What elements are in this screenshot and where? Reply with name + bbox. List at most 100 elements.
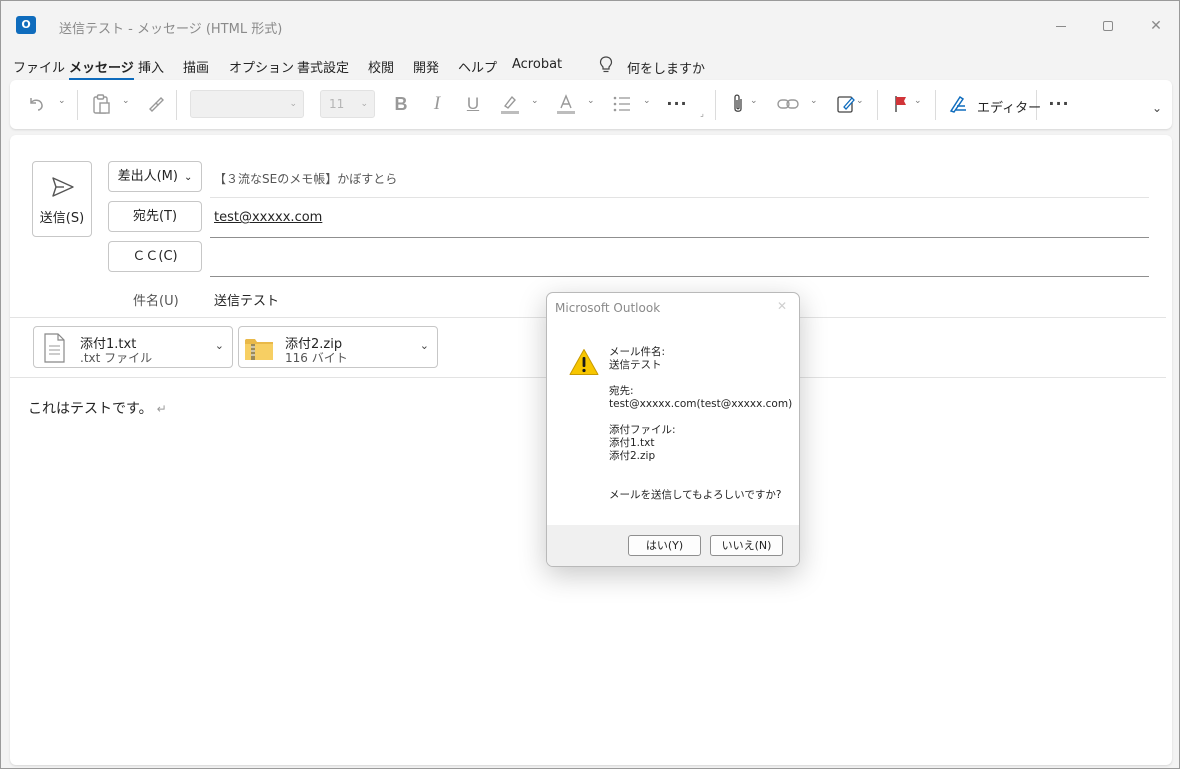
maximize-icon — [1103, 21, 1113, 31]
link-icon[interactable] — [776, 92, 800, 116]
send-button[interactable]: 送信(S) — [32, 161, 92, 237]
minimize-icon — [1056, 25, 1066, 27]
font-size-combo[interactable]: 11 ⌄ — [320, 90, 375, 118]
paste-dropdown-icon[interactable]: ⌄ — [122, 96, 130, 106]
no-button[interactable]: いいえ(N) — [710, 535, 783, 556]
window-title: 送信テスト - メッセージ (HTML 形式) — [59, 22, 283, 37]
send-label: 送信(S) — [39, 211, 85, 226]
chevron-down-icon: ⌄ — [183, 172, 193, 183]
tab-file[interactable]: ファイル — [13, 57, 65, 76]
dialog-line: test@xxxxx.com(test@xxxxx.com) — [609, 398, 793, 410]
undo-dropdown-icon[interactable]: ⌄ — [58, 96, 66, 106]
paragraph-mark: ↵ — [156, 402, 167, 416]
format-painter-icon[interactable] — [145, 92, 167, 116]
attach-icon[interactable] — [728, 92, 748, 116]
to-underline — [210, 237, 1149, 238]
tab-format-text[interactable]: 書式設定 — [297, 57, 349, 76]
cc-underline — [210, 276, 1149, 277]
flag-icon[interactable] — [891, 92, 911, 116]
bullets-icon[interactable] — [610, 92, 634, 116]
chevron-down-icon: ⌄ — [289, 99, 297, 109]
dialog-line: 添付1.txt — [609, 437, 655, 449]
underline-icon[interactable]: U — [462, 92, 484, 116]
tab-developer[interactable]: 開発 — [413, 57, 439, 76]
dialog-footer: はい(Y) いいえ(N) — [547, 525, 799, 566]
tab-options[interactable]: オプション — [229, 57, 294, 76]
close-button[interactable]: ✕ — [1141, 13, 1171, 39]
body-text: これはテストです。 — [28, 401, 153, 417]
tab-review[interactable]: 校閲 — [368, 57, 394, 76]
zip-folder-icon — [245, 339, 273, 360]
flag-dropdown-icon[interactable]: ⌄ — [914, 96, 922, 106]
from-divider — [210, 197, 1149, 198]
dialog-line: メール件名: — [609, 346, 666, 358]
font-size-value: 11 — [329, 97, 345, 111]
attachment-detail: 116 バイト — [285, 351, 348, 365]
dialog-line — [609, 372, 792, 385]
tell-me-search[interactable]: 何をしますか — [627, 58, 705, 77]
tab-acrobat[interactable]: Acrobat — [512, 57, 562, 72]
font-name-combo[interactable]: ⌄ — [190, 90, 304, 118]
tab-draw[interactable]: 描画 — [183, 57, 209, 76]
subject-label: 件名(U) — [133, 294, 179, 309]
attachment-menu-icon[interactable]: ⌄ — [215, 339, 224, 352]
tab-message[interactable]: メッセージ — [69, 57, 134, 80]
dialog-line — [609, 463, 792, 476]
paste-icon[interactable] — [90, 92, 112, 116]
from-value: 【３流なSEのメモ帳】かぼすとら — [214, 172, 398, 186]
dialog-line — [609, 411, 792, 424]
tab-help[interactable]: ヘルプ — [458, 57, 497, 76]
maximize-button[interactable] — [1093, 13, 1123, 39]
undo-icon[interactable] — [24, 92, 48, 116]
to-button[interactable]: 宛先(T) — [108, 201, 202, 232]
text-file-icon — [44, 333, 65, 363]
attachment-1[interactable]: 添付1.txt .txt ファイル ⌄ — [33, 326, 233, 368]
dialog-line: 送信テスト — [609, 359, 662, 371]
warning-icon — [569, 349, 599, 375]
editor-icon[interactable] — [947, 92, 969, 116]
dialog-line: 添付2.zip — [609, 450, 656, 462]
outlook-message-window: O 送信テスト - メッセージ (HTML 形式) ✕ ファイル メッセージ 挿… — [0, 0, 1180, 769]
signature-icon[interactable] — [834, 92, 858, 116]
link-dropdown-icon[interactable]: ⌄ — [810, 96, 818, 106]
lightbulb-icon[interactable] — [599, 56, 613, 74]
tab-insert[interactable]: 挿入 — [138, 57, 164, 76]
editor-button-label[interactable]: エディター — [977, 97, 1041, 116]
font-color-dropdown-icon[interactable]: ⌄ — [587, 96, 595, 106]
chevron-down-icon: ⌄ — [360, 99, 368, 109]
dialog-line: メールを送信してもよろしいですか? — [609, 489, 782, 501]
minimize-button[interactable] — [1046, 13, 1076, 39]
attachment-menu-icon[interactable]: ⌄ — [420, 339, 429, 352]
dialog-line: 添付ファイル: — [609, 424, 676, 436]
dialog-title: Microsoft Outlook — [555, 301, 661, 315]
dialog-launcher-icon[interactable]: ⌟ — [696, 108, 708, 120]
bold-icon[interactable]: B — [390, 92, 412, 116]
from-button[interactable]: 差出人(M) ⌄ — [108, 161, 202, 192]
font-color-icon[interactable] — [554, 92, 578, 116]
to-field[interactable]: test@xxxxx.com — [214, 210, 322, 225]
highlight-icon[interactable] — [498, 92, 522, 116]
outlook-icon: O — [16, 16, 41, 34]
signature-dropdown-icon[interactable]: ⌄ — [856, 96, 864, 106]
more-icon[interactable]: ··· — [665, 92, 689, 116]
from-button-label: 差出人(M) — [117, 169, 178, 184]
attachment-2[interactable]: 添付2.zip 116 バイト ⌄ — [238, 326, 438, 368]
cc-button[interactable]: ＣＣ(C) — [108, 241, 202, 272]
title-bar: O 送信テスト - メッセージ (HTML 形式) ✕ — [1, 1, 1179, 51]
message-body[interactable]: これはテストです。 ↵ — [28, 398, 167, 418]
dialog-line — [609, 476, 792, 489]
bullets-dropdown-icon[interactable]: ⌄ — [643, 96, 651, 106]
collapse-ribbon-icon[interactable]: ⌄ — [1148, 96, 1166, 120]
attachment-detail: .txt ファイル — [80, 351, 153, 365]
dialog-close-icon[interactable]: ✕ — [777, 299, 787, 313]
dialog-line: 宛先: — [609, 385, 634, 397]
subject-field[interactable]: 送信テスト — [214, 290, 279, 309]
overflow-icon[interactable]: ··· — [1047, 92, 1071, 116]
italic-icon[interactable]: I — [426, 92, 448, 116]
attach-dropdown-icon[interactable]: ⌄ — [750, 96, 758, 106]
send-icon — [52, 177, 74, 197]
yes-button[interactable]: はい(Y) — [628, 535, 701, 556]
send-confirmation-dialog: Microsoft Outlook ✕ メール件名: 送信テスト 宛先: tes… — [546, 292, 800, 567]
ribbon-tabs: ファイル メッセージ 挿入 描画 オプション 書式設定 校閲 開発 ヘルプ Ac… — [1, 53, 1179, 80]
highlight-dropdown-icon[interactable]: ⌄ — [531, 96, 539, 106]
